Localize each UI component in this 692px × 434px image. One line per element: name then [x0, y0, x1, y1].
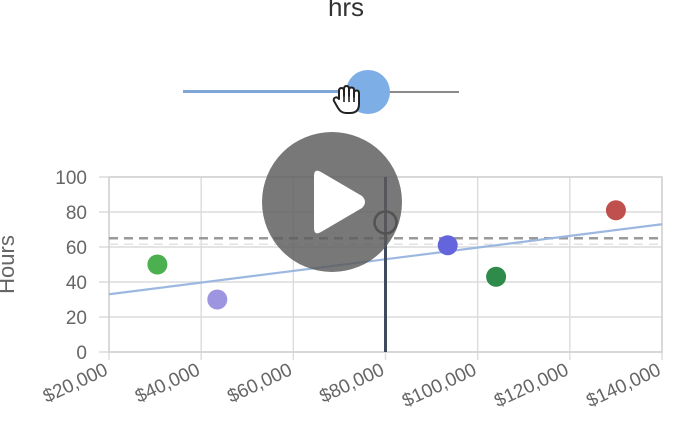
y-tick-label: 80	[66, 203, 87, 224]
hours-slider[interactable]	[183, 70, 459, 116]
hand-cursor-icon	[332, 85, 360, 114]
slider-title: hrs	[327, 0, 365, 22]
x-tick-label: $120,000	[491, 359, 572, 412]
x-tick-label: $60,000	[224, 359, 295, 407]
data-point[interactable]	[437, 235, 458, 256]
x-tick-labels: $20,000 $40,000 $60,000 $80,000 $100,000 $120…	[40, 359, 664, 412]
x-tick-label: $20,000	[40, 359, 111, 407]
y-tick-labels: 0 20 40 60 80 100	[55, 168, 87, 364]
x-tick-label: $40,000	[132, 359, 203, 407]
data-point[interactable]	[486, 266, 507, 287]
x-tick-label: $140,000	[583, 359, 664, 412]
data-point[interactable]	[147, 254, 168, 275]
y-tick-label: 0	[76, 343, 87, 364]
y-tick-label: 40	[66, 273, 87, 294]
data-point[interactable]	[207, 289, 228, 310]
y-tick-label: 100	[55, 168, 87, 189]
y-tick-label: 60	[66, 238, 87, 259]
x-tick-label: $100,000	[399, 359, 480, 412]
y-tick-label: 20	[66, 308, 87, 329]
y-axis-label: Hours	[0, 235, 19, 294]
interactive-chart-screen: hrs 0 20 40 60 80 100 $20,000 $40,000 $60,000 $8…	[0, 0, 692, 434]
x-tick-label: $80,000	[316, 359, 387, 407]
play-button[interactable]	[262, 132, 402, 272]
data-point[interactable]	[605, 200, 626, 221]
play-icon	[314, 170, 365, 234]
